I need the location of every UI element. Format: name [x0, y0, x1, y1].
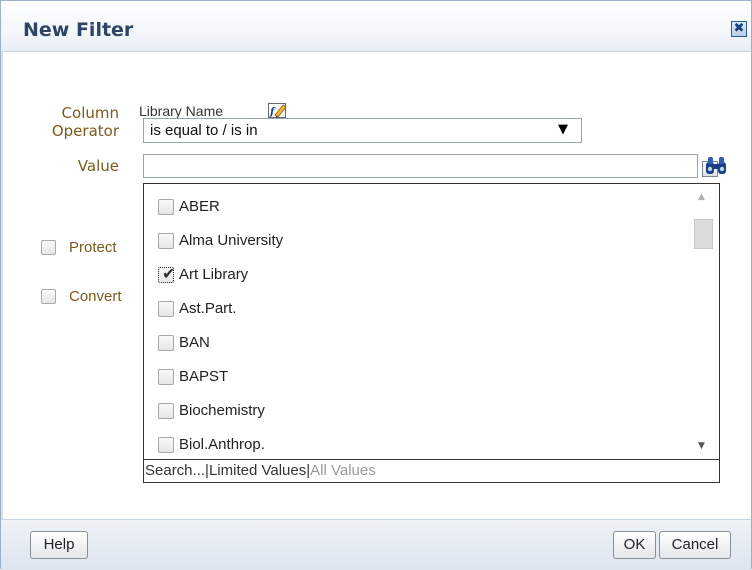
list-item-checkbox[interactable]	[158, 402, 174, 419]
list-item[interactable]: Biol.Anthrop.	[158, 434, 265, 458]
column-label: Column	[61, 104, 119, 122]
list-item-checkbox[interactable]	[158, 334, 174, 351]
cancel-button[interactable]: Cancel	[659, 531, 731, 559]
list-scrollbar[interactable]: ▲ ▼	[693, 186, 715, 457]
list-item-label: Biol.Anthrop.	[179, 436, 265, 453]
protect-checkbox[interactable]	[41, 240, 56, 255]
list-item[interactable]: Ast.Part.	[158, 298, 237, 322]
list-item[interactable]: ABER	[158, 196, 220, 220]
new-filter-dialog: New Filter ✖ Column Library Name f Opera…	[0, 0, 752, 570]
list-item-checkbox[interactable]	[158, 300, 174, 317]
list-item-checkbox[interactable]	[158, 232, 174, 249]
dialog-title: New Filter	[23, 19, 134, 41]
dialog-titlebar: New Filter ✖	[1, 1, 751, 52]
value-input[interactable]	[143, 154, 698, 178]
operator-select[interactable]: is equal to / is in ▼	[143, 118, 582, 143]
operator-label: Operator	[51, 122, 119, 140]
list-item-label: BAN	[179, 334, 210, 351]
list-item-label: Alma University	[179, 232, 284, 249]
scroll-up-icon[interactable]: ▲	[698, 192, 705, 202]
value-list-footer: Search...|Limited Values|All Values	[143, 460, 720, 483]
value-list-panel: ABER Alma University ✔ Art Library Ast.Pa…	[143, 183, 720, 460]
limited-values-link[interactable]: Limited Values	[209, 462, 306, 479]
list-item[interactable]: Alma University	[158, 230, 283, 254]
list-item-label: Biochemistry	[179, 402, 265, 419]
list-item[interactable]: BAPST	[158, 366, 228, 390]
list-item[interactable]: Biochemistry	[158, 400, 265, 424]
list-item[interactable]: BAN	[158, 332, 210, 356]
value-label: Value	[77, 157, 119, 175]
close-icon[interactable]: ✖	[731, 21, 747, 37]
dialog-left-edge	[1, 51, 3, 519]
scroll-thumb[interactable]	[694, 219, 713, 249]
list-item-checkbox[interactable]	[158, 198, 174, 215]
list-item-label: Art Library	[179, 266, 249, 283]
list-item-checkbox[interactable]	[158, 368, 174, 385]
search-link[interactable]: Search...	[145, 462, 205, 479]
dialog-footer: Help OK Cancel	[1, 519, 751, 570]
chevron-down-icon: ▼	[558, 122, 568, 137]
list-item[interactable]: ✔ Art Library	[158, 264, 248, 288]
list-item-label: ABER	[179, 198, 220, 215]
convert-label: Convert	[69, 288, 122, 305]
checkmark-icon: ✔	[162, 263, 176, 283]
edit-formula-icon[interactable]: f	[268, 102, 288, 119]
binoculars-icon[interactable]	[704, 156, 728, 176]
list-item-label: BAPST	[179, 368, 229, 385]
column-value: Library Name	[139, 103, 224, 119]
operator-select-value: is equal to / is in	[150, 122, 258, 139]
convert-checkbox[interactable]	[41, 289, 56, 304]
scroll-down-icon[interactable]: ▼	[698, 441, 705, 451]
protect-label: Protect	[69, 239, 117, 256]
ok-button[interactable]: OK	[613, 531, 656, 559]
list-item-checkbox[interactable]	[158, 436, 174, 453]
all-values-link[interactable]: All Values	[310, 462, 376, 479]
help-button[interactable]: Help	[30, 531, 88, 559]
list-item-label: Ast.Part.	[179, 300, 237, 317]
list-item-checkbox[interactable]: ✔	[158, 263, 176, 283]
